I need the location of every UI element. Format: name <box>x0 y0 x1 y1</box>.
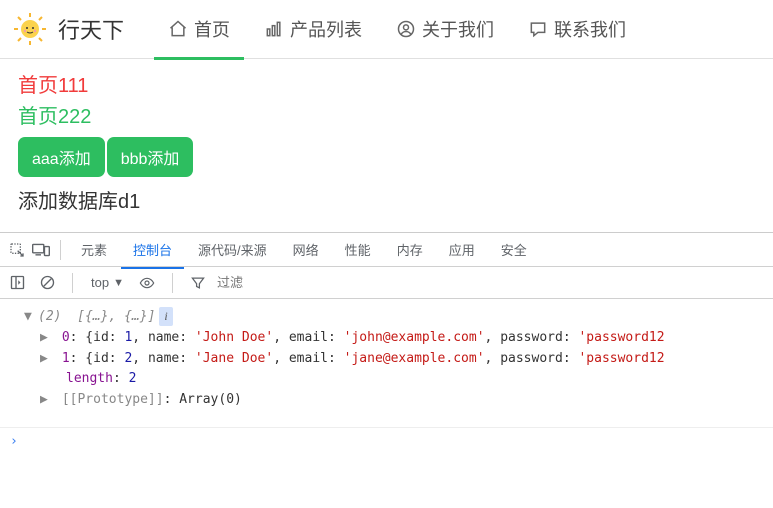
device-icon[interactable] <box>30 242 52 258</box>
tab-console[interactable]: 控制台 <box>121 232 184 269</box>
chat-icon <box>528 19 548 39</box>
page-content: 首页111 首页222 aaa添加 bbb添加 添加数据库d1 <box>0 59 773 232</box>
inspect-icon[interactable] <box>6 242 28 258</box>
tab-network[interactable]: 网络 <box>281 232 331 267</box>
button-row: aaa添加 bbb添加 <box>18 137 755 177</box>
tab-performance[interactable]: 性能 <box>333 232 383 267</box>
separator <box>72 273 73 293</box>
array-prototype[interactable]: ▶ [[Prototype]]: Array(0) <box>10 390 763 411</box>
nav-products[interactable]: 产品列表 <box>250 8 376 50</box>
home-icon <box>168 19 188 39</box>
context-selector[interactable]: top ▼ <box>87 275 128 290</box>
console-body: ▼ (2) [{…}, {…}] i ▶ 0: {id: 1, name: 'J… <box>0 299 773 427</box>
top-nav: 行天下 首页 产品列表 关于我们 联系我们 <box>0 0 773 59</box>
tab-elements[interactable]: 元素 <box>69 232 119 267</box>
context-label: top <box>91 275 109 290</box>
console-toolbar: top ▼ <box>0 267 773 299</box>
expand-arrow-icon[interactable]: ▼ <box>24 307 38 328</box>
separator <box>172 273 173 293</box>
add-aaa-button[interactable]: aaa添加 <box>18 137 105 177</box>
clear-console-icon[interactable] <box>36 275 58 290</box>
user-circle-icon <box>396 19 416 39</box>
bar-chart-icon <box>264 19 284 39</box>
expand-arrow-icon[interactable]: ▶ <box>40 349 54 370</box>
info-badge-icon[interactable]: i <box>159 307 172 326</box>
db-text: 添加数据库d1 <box>18 185 755 214</box>
nav-products-label: 产品列表 <box>290 16 362 42</box>
nav-about-label: 关于我们 <box>422 16 494 42</box>
tab-application[interactable]: 应用 <box>437 232 487 267</box>
devtools-panel: 元素 控制台 源代码/来源 网络 性能 内存 应用 安全 top ▼ ▼ <box>0 232 773 455</box>
filter-input[interactable] <box>217 275 767 290</box>
devtools-tab-bar: 元素 控制台 源代码/来源 网络 性能 内存 应用 安全 <box>0 233 773 267</box>
logo-sun-icon <box>12 11 48 47</box>
array-length: length: 2 <box>10 369 763 390</box>
brand-text: 行天下 <box>58 13 124 45</box>
nav-about[interactable]: 关于我们 <box>382 8 508 50</box>
tab-memory[interactable]: 内存 <box>385 232 435 267</box>
tab-security[interactable]: 安全 <box>489 232 539 267</box>
filter-icon[interactable] <box>187 276 209 290</box>
add-bbb-button[interactable]: bbb添加 <box>107 137 194 177</box>
array-preview: [{…}, {…}] <box>77 307 155 328</box>
array-item-1[interactable]: ▶ 1: {id: 2, name: 'Jane Doe', email: 'j… <box>10 349 763 370</box>
tab-sources[interactable]: 源代码/来源 <box>186 232 279 267</box>
expand-arrow-icon[interactable]: ▶ <box>40 390 54 411</box>
console-prompt[interactable]: › <box>0 427 773 455</box>
heading-1: 首页111 <box>18 69 755 98</box>
expand-arrow-icon[interactable]: ▶ <box>40 328 54 349</box>
live-expression-icon[interactable] <box>136 275 158 291</box>
heading-2: 首页222 <box>18 100 755 129</box>
nav-home[interactable]: 首页 <box>154 8 244 50</box>
nav-contact-label: 联系我们 <box>554 16 626 42</box>
nav-home-label: 首页 <box>194 16 230 42</box>
array-count: (2) <box>38 307 61 328</box>
console-array-header[interactable]: ▼ (2) [{…}, {…}] i <box>10 307 763 328</box>
separator <box>60 240 61 260</box>
nav-contact[interactable]: 联系我们 <box>514 8 640 50</box>
toggle-sidebar-icon[interactable] <box>6 275 28 290</box>
chevron-down-icon: ▼ <box>113 277 124 289</box>
array-item-0[interactable]: ▶ 0: {id: 1, name: 'John Doe', email: 'j… <box>10 328 763 349</box>
